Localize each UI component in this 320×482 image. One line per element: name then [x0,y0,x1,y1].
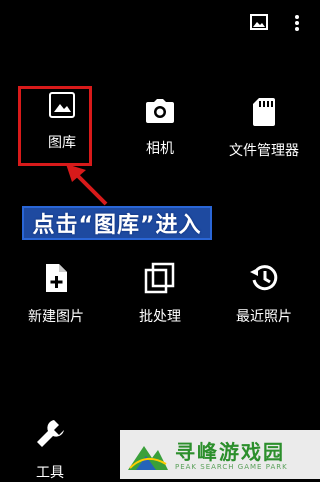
tile-label-file-manager: 文件管理器 [229,143,299,159]
batch-process-tile[interactable]: 批处理 [110,262,210,326]
recent-photos-tile[interactable]: 最近照片 [214,262,314,326]
tile-label-new-image: 新建图片 [28,309,84,325]
new-image-tile[interactable]: 新建图片 [6,262,106,326]
history-icon [214,262,314,298]
image-icon[interactable] [250,14,268,34]
tile-label-recent: 最近照片 [236,309,292,325]
highlight-box [18,86,92,166]
tools-tile[interactable]: 工具 [0,418,100,482]
watermark-subtitle: PEAK SEARCH GAME PARK [175,463,288,471]
tile-label-batch: 批处理 [139,309,181,325]
tile-label-camera: 相机 [146,141,174,157]
camera-icon [110,96,210,130]
sd-card-icon [214,96,314,132]
callout-box: 点击“图库”进入 [22,206,212,240]
camera-tile[interactable]: 相机 [110,96,210,158]
mountain-logo-icon [128,446,168,470]
more-vert-icon[interactable] [294,14,300,36]
watermark-title: 寻峰游戏园 [175,440,285,464]
file-manager-tile[interactable]: 文件管理器 [214,96,314,160]
pointer-arrow [66,164,108,206]
copy-icon [110,262,210,298]
wrench-icon [0,418,100,454]
callout-text: 点击“图库”进入 [32,213,202,238]
tile-label-tools: 工具 [36,465,64,481]
new-file-icon [6,262,106,298]
top-bar [230,10,310,42]
watermark: 寻峰游戏园 PEAK SEARCH GAME PARK [120,430,320,479]
